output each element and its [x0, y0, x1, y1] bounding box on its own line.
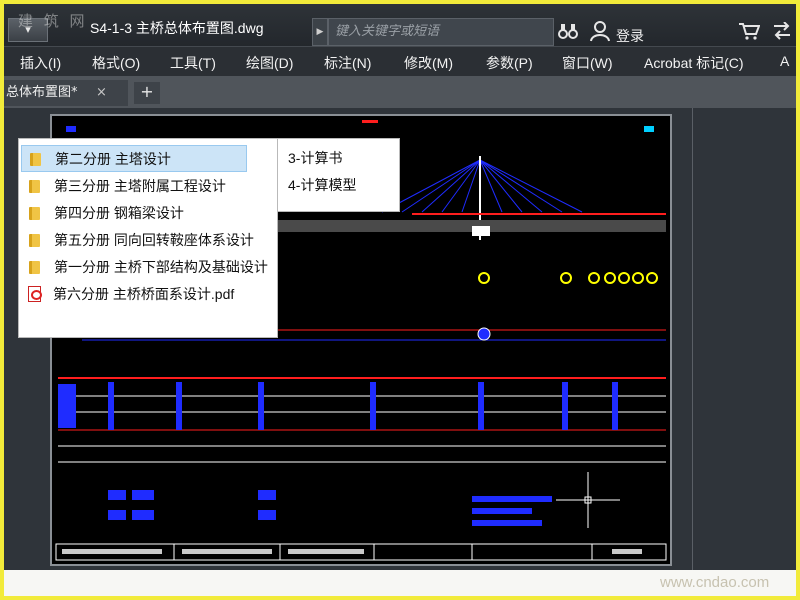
title-bar: ▾ S4-1-3 主桥总体布置图.dwg ▶ 键入关键字或短语 登录 [4, 4, 796, 46]
search-input[interactable]: 键入关键字或短语 [328, 18, 554, 46]
tab-label: 总体布置图* [6, 85, 78, 100]
menu-dimension[interactable]: 标注(N) [324, 53, 371, 73]
list-item-label: 第五分册 同向回转鞍座体系设计 [54, 232, 254, 248]
menu-overflow[interactable]: A [780, 53, 789, 69]
cart-icon[interactable] [738, 22, 761, 44]
list-item-label: 第四分册 钢箱梁设计 [54, 205, 184, 221]
cable-fan [381, 159, 583, 213]
folder-icon [30, 153, 41, 166]
menu-insert[interactable]: 插入(I) [20, 53, 61, 73]
tab-general-layout[interactable]: 总体布置图* × [4, 80, 128, 106]
menu-format[interactable]: 格式(O) [92, 53, 140, 73]
pier-foundation [472, 226, 490, 236]
menu-window[interactable]: 窗口(W) [562, 53, 613, 73]
legend-blocks [108, 490, 552, 526]
arrow-marker [644, 126, 654, 132]
section-marker [362, 120, 378, 123]
crosshair-cursor [556, 472, 620, 528]
pdf-icon [28, 286, 42, 302]
close-icon[interactable]: × [96, 80, 107, 106]
pile-markers [478, 272, 658, 284]
title-block [55, 543, 667, 561]
folder-icon [29, 234, 40, 247]
menu-draw[interactable]: 绘图(D) [246, 53, 293, 73]
folder-list-popup: 第二分册 主塔设计 第三分册 主塔附属工程设计 第四分册 钢箱梁设计 第五分册 … [18, 138, 278, 338]
menu-tools[interactable]: 工具(T) [170, 53, 216, 73]
ground-profile [252, 220, 666, 232]
list-item-label: 3-计算书 [288, 150, 343, 166]
site-watermark: www.cndao.com [660, 574, 770, 591]
list-item[interactable]: 第三分册 主塔附属工程设计 [29, 173, 226, 200]
pylon-plan [477, 327, 491, 341]
list-item[interactable]: 第五分册 同向回转鞍座体系设计 [29, 227, 254, 254]
status-strip: www.cndao.com [4, 570, 796, 596]
login-label[interactable]: 登录 [616, 26, 644, 46]
list-item[interactable]: 第二分册 主塔设计 [21, 145, 247, 172]
list-item-label: 4-计算模型 [288, 177, 357, 193]
arrow-marker [66, 126, 76, 132]
menu-bar: 插入(I) 格式(O) 工具(T) 绘图(D) 标注(N) 修改(M) 参数(P… [4, 46, 796, 76]
list-item-label: 第二分册 主塔设计 [55, 151, 171, 167]
list-item-label: 第六分册 主桥桥面系设计.pdf [53, 286, 235, 302]
list-item[interactable]: 第四分册 钢箱梁设计 [29, 200, 184, 227]
menu-modify[interactable]: 修改(M) [404, 53, 453, 73]
new-tab-button[interactable]: + [134, 82, 160, 104]
menu-parametric[interactable]: 参数(P) [486, 53, 533, 73]
folder-icon [29, 180, 40, 193]
menu-acrobat-markup[interactable]: Acrobat 标记(C) [644, 53, 744, 73]
viewport-divider [692, 108, 693, 570]
exchange-icon[interactable] [772, 21, 792, 44]
folder-icon [29, 261, 40, 274]
document-title: S4-1-3 主桥总体布置图.dwg [90, 20, 264, 36]
site-logo-watermark: 建 筑 网 [18, 12, 88, 30]
list-item[interactable]: 第六分册 主桥桥面系设计.pdf [28, 281, 234, 308]
binoculars-icon[interactable] [558, 22, 578, 44]
file-tab-bar: 总体布置图* × + [4, 76, 796, 108]
list-item-label: 第三分册 主塔附属工程设计 [54, 178, 226, 194]
profile-table [58, 377, 666, 463]
search-expand-arrow[interactable]: ▶ [312, 18, 328, 46]
folder-icon [29, 207, 40, 220]
list-item-label: 第一分册 主桥下部结构及基础设计 [54, 259, 268, 275]
list-item[interactable]: 第一分册 主桥下部结构及基础设计 [29, 254, 268, 281]
user-icon[interactable] [590, 20, 610, 46]
